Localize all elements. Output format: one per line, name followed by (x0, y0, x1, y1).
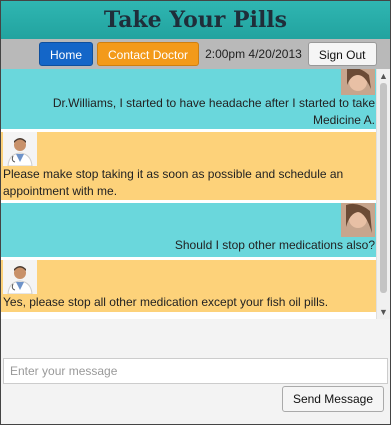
patient-avatar (341, 69, 375, 95)
message-doctor: Yes, please stop all other medication ex… (1, 260, 377, 312)
doctor-avatar (3, 132, 37, 167)
current-datetime: 2:00pm 4/20/2013 (205, 47, 302, 61)
message-patient: Should I stop other medications also? (1, 203, 377, 257)
contact-doctor-button[interactable]: Contact Doctor (97, 42, 200, 66)
scrollbar-thumb[interactable] (380, 83, 387, 293)
message-text: Yes, please stop all other medication ex… (3, 295, 329, 309)
home-button[interactable]: Home (39, 42, 94, 66)
vertical-scrollbar[interactable]: ▲ ▼ (376, 69, 390, 319)
message-list: Dr.Williams, I started to have headache … (1, 69, 377, 319)
message-text: Dr.Williams, I started to have headache … (52, 96, 375, 127)
sign-out-button[interactable]: Sign Out (307, 42, 377, 66)
message-patient: Dr.Williams, I started to have headache … (1, 69, 377, 129)
scroll-down-arrow-icon[interactable]: ▼ (379, 307, 388, 317)
message-input[interactable] (4, 359, 387, 383)
message-doctor: Please make stop taking it as soon as po… (1, 132, 377, 200)
scroll-up-arrow-icon[interactable]: ▲ (379, 71, 388, 81)
nav-bar: Home Contact Doctor 2:00pm 4/20/2013 Sig… (1, 39, 390, 69)
send-message-button[interactable]: Send Message (281, 386, 384, 412)
message-text: Should I stop other medications also? (174, 238, 375, 252)
doctor-avatar (3, 260, 37, 295)
app-window: Take Your Pills Home Contact Doctor 2:00… (0, 0, 391, 425)
app-header: Take Your Pills (1, 1, 390, 39)
chat-area: Dr.Williams, I started to have headache … (1, 69, 390, 319)
message-text: Please make stop taking it as soon as po… (3, 167, 344, 198)
message-input-wrapper (3, 358, 388, 384)
patient-avatar (341, 203, 375, 237)
app-title: Take Your Pills (103, 7, 288, 33)
